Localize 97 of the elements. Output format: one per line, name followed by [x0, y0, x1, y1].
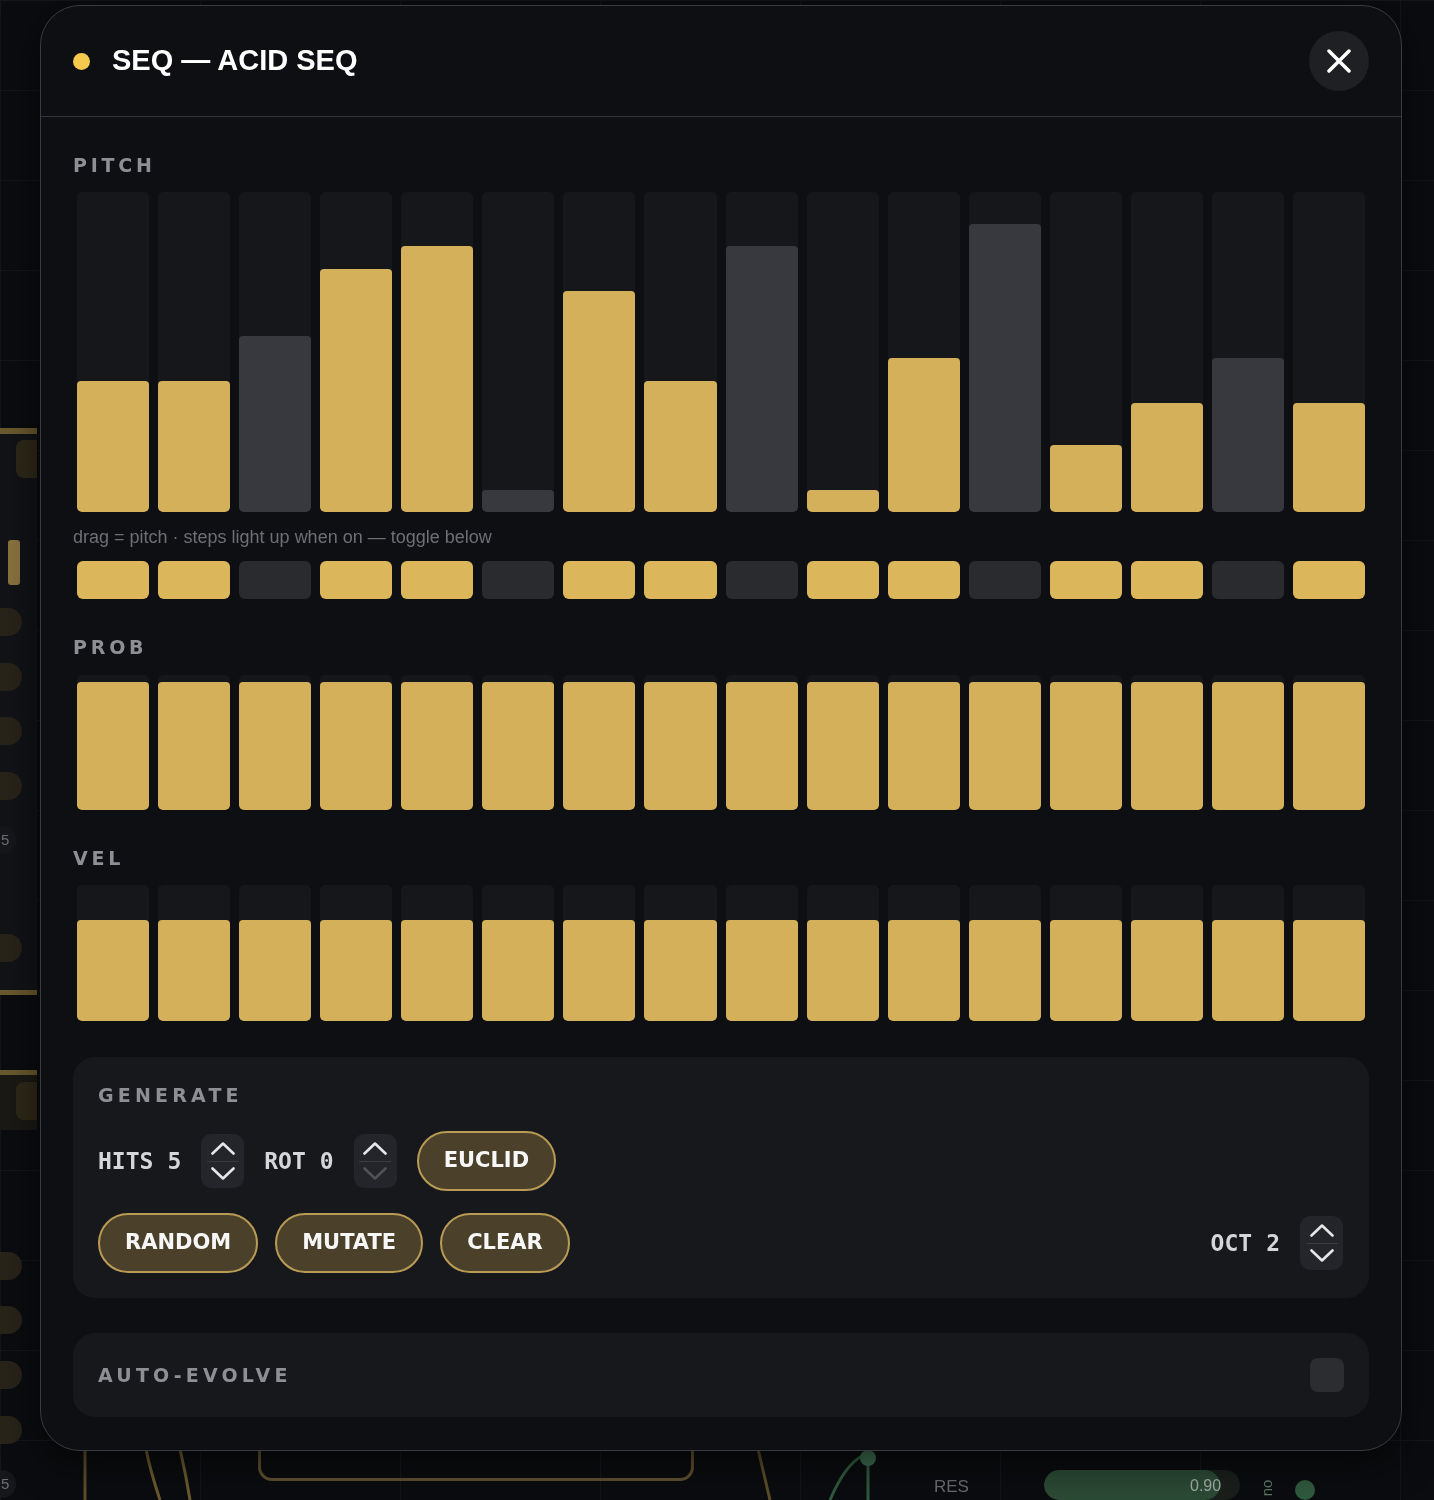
step-toggle[interactable] [968, 561, 1041, 599]
chevron-up-icon [1309, 1224, 1334, 1237]
field-label: OCT [1210, 1228, 1253, 1258]
section-label: PITCH [73, 154, 156, 176]
section-label: GENERATE [98, 1084, 243, 1106]
step-toggle[interactable] [563, 561, 636, 599]
knob [0, 934, 22, 962]
vel-track[interactable] [158, 885, 231, 1021]
action-button[interactable]: MUTATE [275, 1213, 424, 1273]
chevron-up-icon [210, 1142, 235, 1155]
chevron-up-icon [363, 1142, 388, 1155]
port-label: no [1259, 1479, 1276, 1497]
knob [0, 1361, 22, 1389]
knob [0, 717, 22, 745]
step-toggle[interactable] [158, 561, 231, 599]
module-strip [0, 1070, 37, 1075]
pitch-track[interactable] [644, 192, 717, 512]
section-label: PROB [73, 636, 148, 658]
param-value: 0.90 [1190, 1476, 1222, 1496]
pitch-track[interactable] [1292, 192, 1365, 512]
pitch-track[interactable] [158, 192, 231, 512]
step-toggle[interactable] [1049, 561, 1122, 599]
step-toggle[interactable] [1130, 561, 1203, 599]
knob [0, 1252, 22, 1280]
module-strip [0, 428, 37, 434]
param-label: RES [934, 1476, 969, 1498]
step-toggle[interactable] [644, 561, 717, 599]
cable [828, 1454, 863, 1500]
action-button[interactable]: CLEAR [440, 1213, 570, 1273]
knob [0, 663, 22, 691]
pitch-track[interactable] [806, 192, 879, 512]
step-toggle[interactable] [77, 561, 150, 599]
vel-track[interactable] [968, 885, 1041, 1021]
step-toggle[interactable] [482, 561, 555, 599]
field-label: HITS [98, 1146, 154, 1176]
vel-track[interactable] [1130, 885, 1203, 1021]
port-icon [1295, 1480, 1315, 1500]
field-value: 2 [1266, 1228, 1280, 1258]
cable [144, 1449, 162, 1500]
vel-track[interactable] [401, 885, 474, 1021]
step-toggle[interactable] [320, 561, 393, 599]
hint-text: drag = pitch · steps light up when on — toggle below [73, 526, 492, 548]
pitch-track[interactable] [77, 192, 150, 512]
step-toggle[interactable] [725, 561, 798, 599]
vel-track[interactable] [1292, 885, 1365, 1021]
vel-track[interactable] [77, 885, 150, 1021]
close-icon [1327, 49, 1351, 73]
cable [756, 1449, 772, 1500]
vel-track[interactable] [482, 885, 555, 1021]
pitch-track[interactable] [239, 192, 312, 512]
step-toggle[interactable] [887, 561, 960, 599]
vel-track[interactable] [320, 885, 393, 1021]
action-button[interactable]: EUCLID [416, 1131, 557, 1191]
cable [83, 1449, 87, 1500]
cable [178, 1449, 192, 1500]
step-toggle[interactable] [239, 561, 312, 599]
dialog-title: SEQ — ACID SEQ [112, 43, 358, 79]
step-toggle[interactable] [401, 561, 474, 599]
slider-handle [8, 540, 20, 585]
step-toggle[interactable] [1292, 561, 1365, 599]
pitch-track[interactable] [1130, 192, 1203, 512]
status-dot-icon [73, 52, 90, 70]
step-toggle[interactable] [806, 561, 879, 599]
knob-tile [16, 440, 37, 478]
pitch-track[interactable] [320, 192, 393, 512]
knob [0, 772, 22, 800]
section-label: VEL [73, 847, 125, 869]
chevron-down-icon [1309, 1249, 1334, 1262]
pitch-track[interactable] [401, 192, 474, 512]
pitch-track[interactable] [482, 192, 555, 512]
pitch-track[interactable] [725, 192, 798, 512]
field-value: 0 [319, 1146, 334, 1176]
vel-track[interactable] [887, 885, 960, 1021]
knob [0, 608, 22, 636]
vel-track[interactable] [1211, 885, 1284, 1021]
pitch-track[interactable] [1211, 192, 1284, 512]
vel-track[interactable] [644, 885, 717, 1021]
vel-track[interactable] [806, 885, 879, 1021]
vel-track[interactable] [239, 885, 312, 1021]
vel-track[interactable] [725, 885, 798, 1021]
action-button[interactable]: RANDOM [98, 1213, 259, 1273]
vel-track[interactable] [563, 885, 636, 1021]
pitch-track[interactable] [1049, 192, 1122, 512]
field-value: 5 [167, 1146, 182, 1176]
pitch-track[interactable] [563, 192, 636, 512]
knob-tile [16, 1082, 37, 1120]
knob [0, 1416, 22, 1444]
section-label: AUTO-EVOLVE [98, 1364, 292, 1386]
port-icon [860, 1450, 876, 1466]
field-label: ROT [264, 1146, 306, 1176]
vel-track[interactable] [1049, 885, 1122, 1021]
chevron-down-icon [210, 1167, 235, 1180]
step-toggle[interactable] [1211, 561, 1284, 599]
chevron-down-icon [363, 1167, 388, 1180]
pitch-track[interactable] [887, 192, 960, 512]
knob [0, 1306, 22, 1334]
module-strip [0, 990, 37, 995]
